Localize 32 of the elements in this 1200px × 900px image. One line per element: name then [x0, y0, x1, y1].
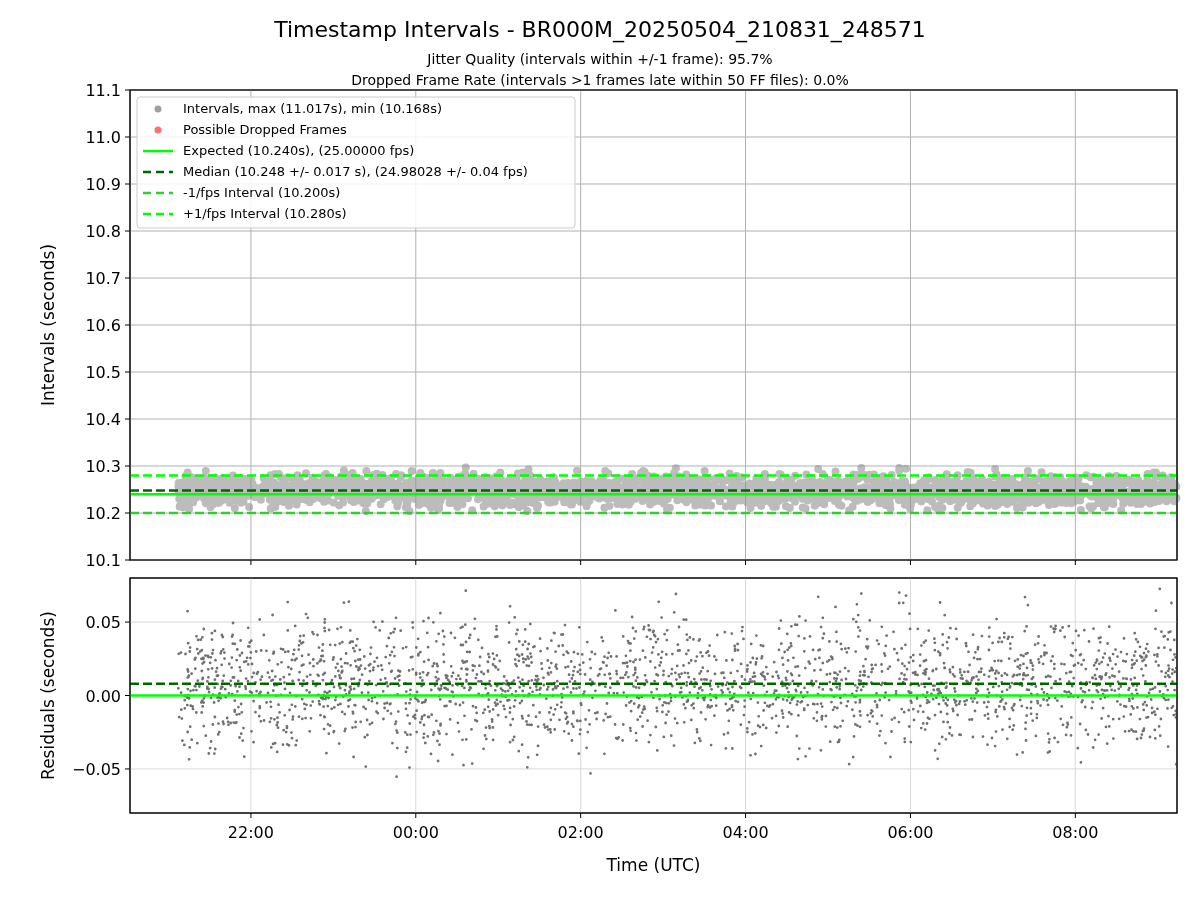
legend-label: -1/fps Interval (10.200s)	[183, 185, 341, 200]
tick-label: 10.9	[85, 175, 121, 194]
tick-label: 10.4	[85, 410, 121, 429]
tick-label: 10.2	[85, 504, 121, 523]
axis-label: Time (UTC)	[606, 855, 701, 875]
legend-label: +1/fps Interval (10.280s)	[183, 206, 347, 221]
tick-label: 04:00	[722, 823, 769, 842]
legend-label: Intervals, max (11.017s), min (10.168s)	[183, 101, 442, 116]
tick-label: 11.0	[85, 128, 121, 147]
tick-label: 10.1	[85, 551, 121, 570]
tick-label: 0.00	[85, 686, 121, 706]
tick-label: 10.3	[85, 457, 121, 476]
tick-label: 06:00	[887, 823, 934, 842]
chart-subtitle: Jitter Quality (intervals within +/-1 frame): 95.7%	[427, 51, 773, 67]
tick-label: 00:00	[392, 823, 439, 842]
tick-label: 08:00	[1052, 823, 1099, 842]
tick-label: 10.7	[85, 269, 121, 288]
tick-label: 10.8	[85, 222, 121, 241]
tick-label: 0.05	[85, 613, 121, 633]
axis-label: Residuals (seconds)	[38, 611, 58, 780]
chart-title: Timestamp Intervals - BR000M_20250504_210831_248571	[274, 17, 926, 42]
axis-label: Intervals (seconds)	[38, 243, 58, 407]
tick-label: 22:00	[227, 823, 274, 842]
legend-label: Possible Dropped Frames	[183, 122, 347, 137]
tick-label: −0.05	[71, 759, 121, 779]
legend-label: Median (10.248 +/- 0.017 s), (24.98028 +/- 0.04 fps)	[183, 164, 528, 179]
tick-label: 10.6	[85, 316, 121, 335]
tick-label: 11.1	[85, 81, 121, 100]
tick-label: 02:00	[557, 823, 604, 842]
chart-subtitle: Dropped Frame Rate (intervals >1 frames late within 50 FF files): 0.0%	[351, 72, 849, 88]
legend-label: Expected (10.240s), (25.00000 fps)	[183, 143, 415, 158]
tick-label: 10.5	[85, 363, 121, 382]
